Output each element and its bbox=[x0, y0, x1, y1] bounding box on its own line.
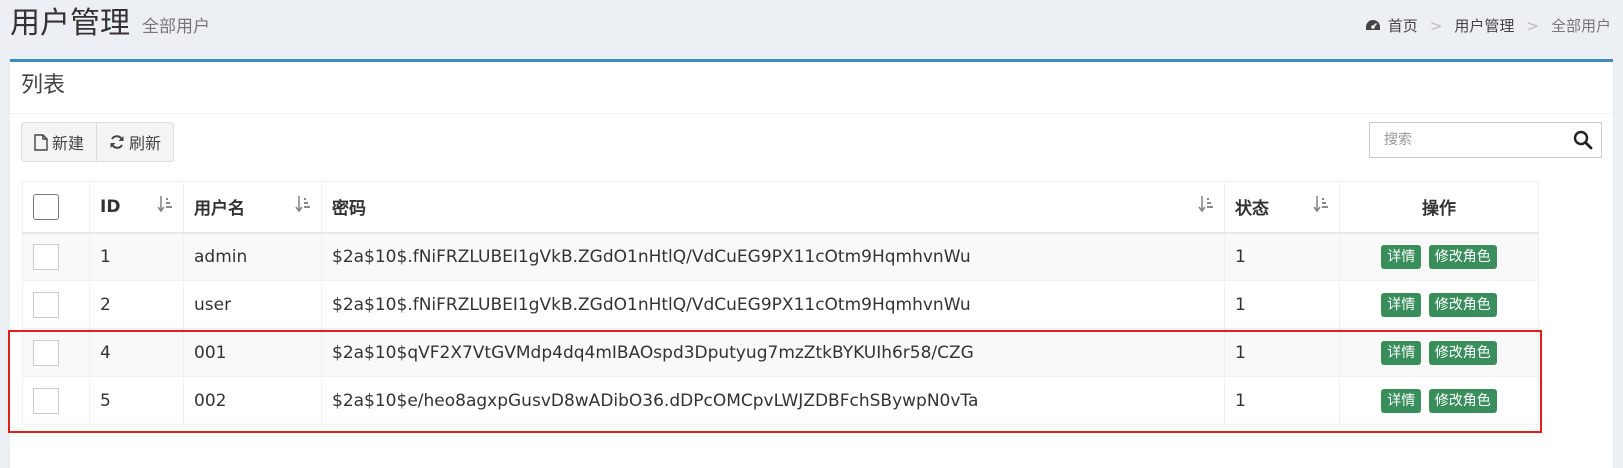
cell-status: 1 bbox=[1224, 328, 1340, 377]
column-header-actions: 操作 bbox=[1339, 181, 1539, 234]
cell-id: 2 bbox=[89, 280, 184, 329]
column-header-status[interactable]: 状态 bbox=[1224, 181, 1340, 234]
breadcrumb-all-users: 全部用户 bbox=[1550, 17, 1611, 35]
detail-button[interactable]: 详情 bbox=[1381, 244, 1422, 269]
cell-id: 1 bbox=[89, 232, 184, 281]
cell-status: 1 bbox=[1224, 232, 1340, 281]
cell-username: admin bbox=[183, 232, 322, 281]
edit-role-button[interactable]: 修改角色 bbox=[1428, 292, 1497, 317]
row-checkbox[interactable] bbox=[33, 291, 59, 318]
detail-button[interactable]: 详情 bbox=[1381, 388, 1422, 413]
toolbar: 新建 刷新 bbox=[21, 122, 175, 162]
users-table: ID 用户名 密码 状态 操作 1 admin $2a$10$.fNiFRZLU… bbox=[22, 181, 1539, 425]
select-all-checkbox[interactable] bbox=[33, 193, 59, 220]
cell-password: $2a$10$.fNiFRZLUBEI1gVkB.ZGdO1nHtlQ/VdCu… bbox=[321, 232, 1225, 281]
cell-password: $2a$10$qVF2X7VtGVMdp4dq4mIBAOspd3Dputyug… bbox=[321, 328, 1225, 377]
cell-status: 1 bbox=[1224, 280, 1340, 329]
box-divider bbox=[10, 113, 1613, 114]
cell-password: $2a$10$.fNiFRZLUBEI1gVkB.ZGdO1nHtlQ/VdCu… bbox=[321, 280, 1225, 329]
search-icon[interactable] bbox=[1573, 130, 1593, 150]
new-button[interactable]: 新建 bbox=[21, 122, 98, 162]
column-header-password[interactable]: 密码 bbox=[321, 181, 1225, 234]
refresh-button[interactable]: 刷新 bbox=[97, 122, 175, 162]
cell-username: 002 bbox=[183, 376, 322, 425]
column-header-label: ID bbox=[100, 196, 121, 217]
cell-password: $2a$10$e/heo8agxpGusvD8wADibO36.dDPcOMCp… bbox=[321, 376, 1225, 425]
cell-username: user bbox=[183, 280, 322, 329]
dashboard-icon bbox=[1365, 20, 1380, 30]
row-select-cell bbox=[22, 376, 90, 425]
sort-icon[interactable] bbox=[157, 195, 173, 213]
cell-id: 5 bbox=[89, 376, 184, 425]
edit-role-button[interactable]: 修改角色 bbox=[1428, 340, 1497, 365]
row-select-cell bbox=[22, 232, 90, 281]
row-select-cell bbox=[22, 328, 90, 377]
page-subtitle: 全部用户 bbox=[142, 17, 210, 37]
table-row: 5 002 $2a$10$e/heo8agxpGusvD8wADibO36.dD… bbox=[22, 376, 1539, 425]
cell-actions: 详情 修改角色 bbox=[1339, 232, 1539, 281]
breadcrumb: 首页 > 用户管理 > 全部用户 bbox=[1364, 16, 1611, 36]
column-header-label: 用户名 bbox=[194, 199, 245, 220]
cell-actions: 详情 修改角色 bbox=[1339, 376, 1539, 425]
edit-role-button[interactable]: 修改角色 bbox=[1428, 244, 1497, 269]
column-header-label: 密码 bbox=[332, 199, 366, 220]
breadcrumb-separator: > bbox=[1526, 17, 1539, 35]
cell-status: 1 bbox=[1224, 376, 1340, 425]
page-header: 用户管理 全部用户 首页 > 用户管理 > 全部用户 bbox=[0, 0, 1623, 58]
column-header-label: 操作 bbox=[1422, 199, 1456, 220]
detail-button[interactable]: 详情 bbox=[1381, 292, 1422, 317]
column-header-label: 状态 bbox=[1235, 199, 1269, 220]
cell-actions: 详情 修改角色 bbox=[1339, 280, 1539, 329]
cell-actions: 详情 修改角色 bbox=[1339, 328, 1539, 377]
refresh-icon bbox=[110, 135, 124, 149]
sort-icon[interactable] bbox=[1198, 195, 1214, 213]
box-title: 列表 bbox=[21, 73, 66, 98]
row-select-cell bbox=[22, 280, 90, 329]
search-input[interactable] bbox=[1382, 131, 1573, 149]
list-box: 列表 新建 刷新 搜索 ID 用户名 密码 状态 操作 1 admin $2a$… bbox=[10, 59, 1613, 468]
edit-role-button[interactable]: 修改角色 bbox=[1428, 388, 1497, 413]
sort-icon[interactable] bbox=[1313, 195, 1329, 213]
breadcrumb-user-management[interactable]: 用户管理 bbox=[1454, 16, 1514, 36]
row-checkbox[interactable] bbox=[33, 339, 59, 366]
select-all-cell bbox=[22, 181, 90, 234]
new-button-label: 新建 bbox=[52, 134, 85, 153]
column-header-id[interactable]: ID bbox=[89, 181, 184, 234]
column-header-username[interactable]: 用户名 bbox=[183, 181, 322, 234]
cell-id: 4 bbox=[89, 328, 184, 377]
search-box bbox=[1369, 122, 1602, 158]
breadcrumb-home[interactable]: 首页 bbox=[1388, 16, 1418, 36]
detail-button[interactable]: 详情 bbox=[1381, 340, 1422, 365]
file-icon bbox=[34, 133, 48, 151]
sort-icon[interactable] bbox=[295, 195, 311, 213]
table-row: 1 admin $2a$10$.fNiFRZLUBEI1gVkB.ZGdO1nH… bbox=[22, 232, 1539, 281]
cell-username: 001 bbox=[183, 328, 322, 377]
row-checkbox[interactable] bbox=[33, 387, 59, 414]
table-row: 2 user $2a$10$.fNiFRZLUBEI1gVkB.ZGdO1nHt… bbox=[22, 280, 1539, 329]
table-header-row: ID 用户名 密码 状态 操作 bbox=[22, 181, 1539, 234]
page-title: 用户管理 bbox=[10, 6, 130, 41]
breadcrumb-separator: > bbox=[1429, 17, 1443, 35]
row-checkbox[interactable] bbox=[33, 243, 59, 270]
table-row: 4 001 $2a$10$qVF2X7VtGVMdp4dq4mIBAOspd3D… bbox=[22, 328, 1539, 377]
refresh-button-label: 刷新 bbox=[129, 134, 162, 153]
